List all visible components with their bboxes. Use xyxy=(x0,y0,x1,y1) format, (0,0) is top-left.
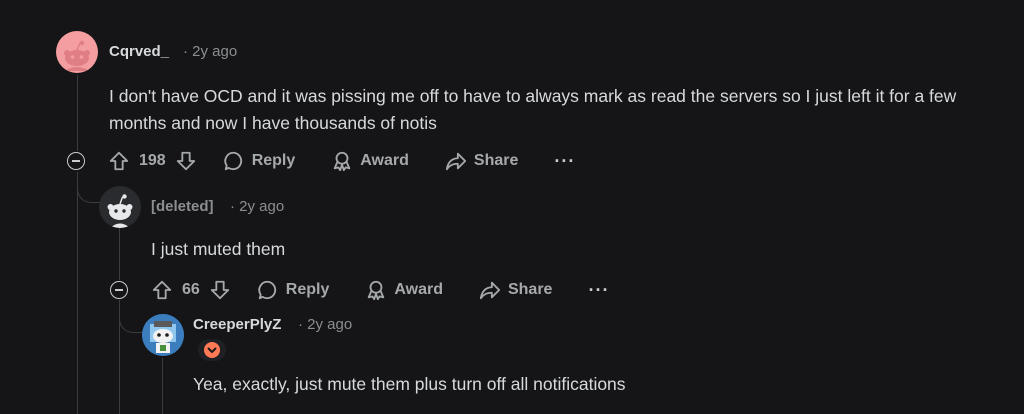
timestamp: · 2y ago xyxy=(183,43,238,60)
reply-button[interactable]: Reply xyxy=(257,279,330,301)
avatar[interactable] xyxy=(56,31,98,73)
more-options-button[interactable]: ··· xyxy=(588,281,609,299)
thread-line-2 xyxy=(119,226,120,280)
share-label: Share xyxy=(473,152,519,169)
downvote-button[interactable] xyxy=(175,150,197,172)
flair-badge xyxy=(198,339,226,361)
more-options-button[interactable]: ··· xyxy=(554,152,575,170)
vote-count: 198 xyxy=(139,152,166,169)
timestamp: · 2y ago xyxy=(298,316,353,333)
snoo-avatar-icon xyxy=(64,40,90,71)
username: [deleted] xyxy=(151,198,214,215)
collapse-thread-button[interactable] xyxy=(110,281,128,299)
avatar[interactable] xyxy=(142,314,184,356)
thread-branch-1 xyxy=(77,180,100,203)
thread-line-1-lower xyxy=(77,172,78,414)
avatar[interactable] xyxy=(99,186,141,228)
award-button[interactable]: Award xyxy=(331,150,409,172)
minus-icon xyxy=(115,289,123,291)
comment-actions: 198 Reply Award Share ··· xyxy=(108,146,575,176)
share-arrow-icon xyxy=(479,281,501,300)
award-icon xyxy=(368,280,385,301)
comment-text: Yea, exactly, just mute them plus turn o… xyxy=(193,374,626,394)
upvote-button[interactable] xyxy=(151,279,173,301)
thread-branch-2 xyxy=(119,308,144,333)
share-label: Share xyxy=(507,281,553,298)
comment-text: I just muted them xyxy=(151,239,286,259)
award-icon xyxy=(334,151,351,172)
award-button[interactable]: Award xyxy=(365,279,443,301)
thread-line-1 xyxy=(77,75,78,151)
upvote-button[interactable] xyxy=(108,150,130,172)
share-button[interactable]: Share xyxy=(445,150,518,172)
comment-bubble-icon xyxy=(224,151,242,171)
upvote-arrow-icon xyxy=(109,151,129,171)
reply-label: Reply xyxy=(251,152,296,169)
downvote-arrow-icon xyxy=(176,151,195,171)
comment-bubble-icon xyxy=(258,280,276,300)
upvote-arrow-icon xyxy=(152,280,172,300)
collapse-thread-button[interactable] xyxy=(67,152,85,170)
deleted-user-avatar-icon xyxy=(107,194,133,228)
reply-label: Reply xyxy=(285,281,330,298)
downvote-arrow-icon xyxy=(210,280,229,300)
username[interactable]: CreeperPlyZ xyxy=(193,316,281,333)
comment-actions: 66 Reply Award Share ··· xyxy=(151,275,609,305)
reply-button[interactable]: Reply xyxy=(223,150,296,172)
thread-line-3 xyxy=(162,358,163,414)
share-arrow-icon xyxy=(445,152,466,171)
downvote-button[interactable] xyxy=(209,279,231,301)
username[interactable]: Cqrved_ xyxy=(109,43,169,60)
comment-text: I don't have OCD and it was pissing me o… xyxy=(109,86,957,133)
timestamp: · 2y ago xyxy=(230,198,285,215)
minus-icon xyxy=(72,160,80,162)
creeper-snoo-avatar-icon xyxy=(142,314,184,356)
award-label: Award xyxy=(394,281,443,298)
share-button[interactable]: Share xyxy=(479,279,552,301)
award-label: Award xyxy=(360,152,409,169)
vote-count: 66 xyxy=(182,281,200,298)
flair-chevron-icon xyxy=(204,342,220,358)
